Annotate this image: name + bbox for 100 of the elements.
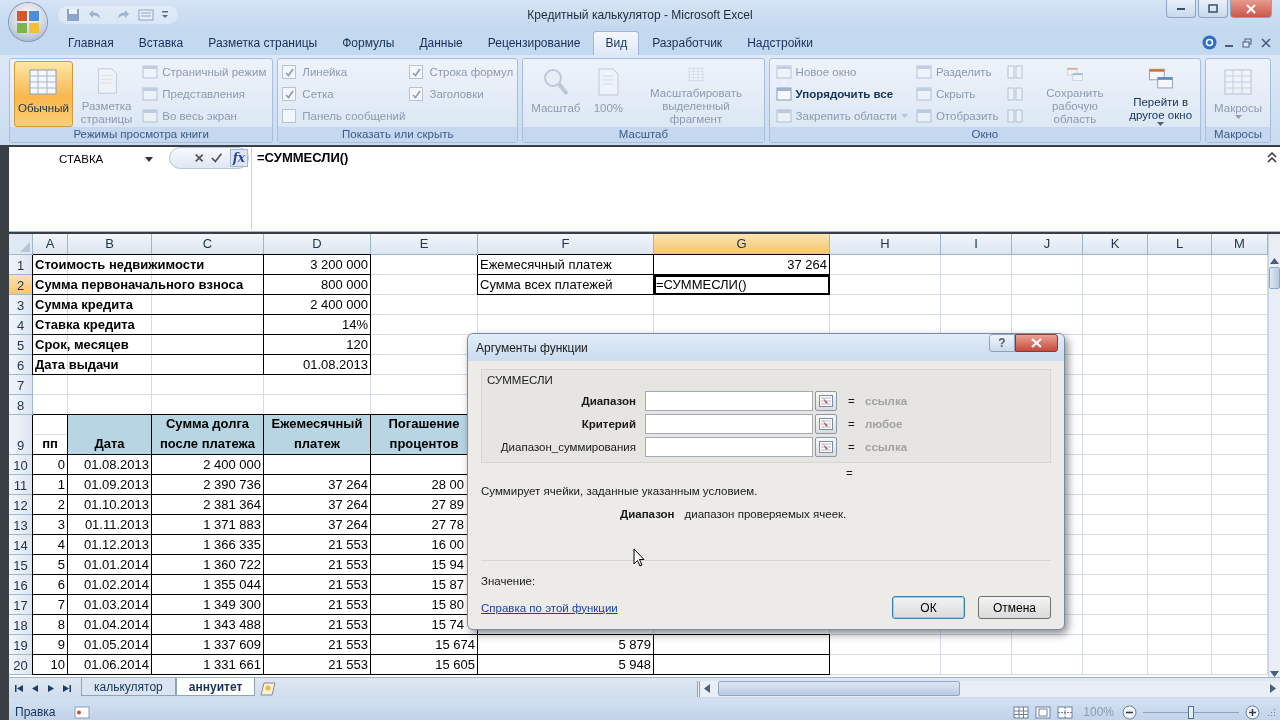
zoom-slider[interactable] (1143, 705, 1239, 719)
last-sheet-icon[interactable] (62, 684, 71, 693)
row-header[interactable]: 20 (9, 655, 33, 675)
column-header[interactable]: D (264, 234, 371, 255)
sheet-cell: Сумма кредита (33, 295, 264, 315)
save-icon[interactable] (66, 8, 80, 22)
row-header[interactable]: 6 (9, 355, 33, 375)
first-sheet-icon[interactable] (15, 684, 24, 693)
column-header[interactable]: M (1212, 234, 1268, 255)
column-header[interactable]: E (371, 234, 478, 255)
scroll-right-icon[interactable] (1270, 684, 1276, 693)
ribbon-tab[interactable]: Надстройки (735, 31, 825, 55)
resize-grip-icon[interactable] (1266, 707, 1276, 717)
insert-function-button[interactable]: fx (229, 149, 248, 167)
name-box[interactable]: СТАВКА (11, 149, 157, 169)
row-header[interactable]: 9 (9, 415, 33, 455)
close-button[interactable] (1015, 334, 1058, 352)
row-header[interactable]: 17 (9, 595, 33, 615)
ribbon-tab[interactable]: Вставка (126, 31, 196, 55)
column-header[interactable]: J (1012, 234, 1083, 255)
ribbon-tab[interactable]: Рецензирование (475, 31, 593, 55)
collapse-dialog-button[interactable] (815, 391, 837, 411)
sheet-tab[interactable]: аннуитет (175, 678, 256, 696)
argument-field[interactable] (645, 414, 813, 434)
column-header[interactable]: A (33, 234, 68, 255)
sheet-cell: 9 (33, 635, 68, 655)
close-icon[interactable] (1261, 38, 1271, 48)
status-mode: Правка (15, 705, 56, 719)
maximize-button[interactable] (1198, 0, 1228, 18)
column-header[interactable]: K (1083, 234, 1148, 255)
row-header[interactable]: 1 (9, 255, 33, 275)
page-break-icon[interactable] (1057, 705, 1074, 719)
ribbon-button[interactable]: Обычный (14, 61, 73, 127)
new-sheet-icon[interactable] (259, 681, 278, 696)
ribbon-tab[interactable]: Данные (407, 31, 475, 55)
close-button[interactable] (1230, 0, 1272, 18)
argument-field[interactable] (645, 391, 813, 411)
scroll-up-icon[interactable] (1270, 258, 1279, 264)
row-header[interactable]: 16 (9, 575, 33, 595)
row-header[interactable]: 8 (9, 395, 33, 415)
argument-field[interactable] (645, 437, 813, 457)
restore-icon[interactable] (1242, 38, 1252, 48)
zoom-out-icon[interactable] (1122, 704, 1137, 720)
column-header[interactable]: F (478, 234, 654, 255)
scroll-thumb[interactable] (1269, 267, 1280, 289)
ok-button[interactable]: ОК (892, 596, 965, 619)
table-header-cell: Ежемесячный платеж (264, 415, 371, 455)
row-header[interactable]: 5 (9, 335, 33, 355)
scroll-left-icon[interactable] (704, 684, 711, 693)
ribbon-tab[interactable]: Главная (56, 31, 126, 55)
help-link[interactable]: Справка по этой функции (481, 601, 618, 614)
row-header[interactable]: 11 (9, 475, 33, 495)
ribbon-tab[interactable]: Вид (593, 31, 640, 55)
collapse-dialog-button[interactable] (815, 437, 837, 457)
macro-record-icon[interactable] (73, 705, 90, 719)
sheet-cell: 10 (33, 655, 68, 675)
zoom-in-icon[interactable] (1245, 704, 1260, 720)
row-header[interactable]: 18 (9, 615, 33, 635)
column-header[interactable]: I (941, 234, 1012, 255)
page-layout-icon[interactable] (1035, 705, 1052, 719)
row-header[interactable]: 14 (9, 535, 33, 555)
next-sheet-icon[interactable] (47, 684, 54, 693)
row-header[interactable]: 19 (9, 635, 33, 655)
collapse-icon[interactable] (1266, 151, 1278, 165)
column-header[interactable]: H (830, 234, 941, 255)
collapse-dialog-button[interactable] (815, 414, 837, 434)
row-header[interactable]: 13 (9, 515, 33, 535)
column-header[interactable]: B (68, 234, 152, 255)
ribbon-button[interactable]: Перейти в другое окно (1125, 61, 1197, 127)
vertical-scrollbar[interactable] (1268, 234, 1280, 677)
column-header[interactable]: C (152, 234, 264, 255)
minimize-button[interactable] (1166, 0, 1196, 18)
row-header[interactable]: 12 (9, 495, 33, 515)
active-cell[interactable]: =СУММЕСЛИ() (654, 275, 830, 295)
sheet-cell: 8 (33, 615, 68, 635)
column-header[interactable]: G (654, 234, 830, 255)
formula-field[interactable]: =СУММЕСЛИ() (251, 147, 1264, 230)
app-menu-button[interactable] (9, 3, 47, 41)
row-header[interactable]: 10 (9, 455, 33, 475)
row-header[interactable]: 2 (9, 275, 33, 295)
column-header[interactable]: L (1148, 234, 1212, 255)
row-header[interactable]: 3 (9, 295, 33, 315)
help-button[interactable]: ? (989, 334, 1015, 352)
row-header[interactable]: 15 (9, 555, 33, 575)
sheet-tab[interactable]: калькулятор (81, 678, 176, 696)
ribbon-tab[interactable]: Формулы (330, 31, 407, 55)
ribbon-button[interactable]: Упорядочить все (773, 84, 910, 104)
customize-caret-icon[interactable] (160, 9, 170, 21)
cancel-button[interactable]: Отмена (978, 596, 1051, 619)
horizontal-scrollbar[interactable] (697, 680, 1280, 697)
check-icon[interactable] (211, 152, 223, 164)
normal-view-icon[interactable] (1013, 705, 1030, 719)
row-header[interactable]: 7 (9, 375, 33, 395)
row-header[interactable]: 4 (9, 315, 33, 335)
scroll-thumb[interactable] (718, 681, 961, 696)
cancel-icon[interactable] (194, 152, 205, 164)
previous-sheet-icon[interactable] (32, 684, 39, 693)
help-icon[interactable] (1202, 35, 1217, 50)
ribbon-tab[interactable]: Разработчик (640, 31, 735, 55)
ribbon-tab[interactable]: Разметка страницы (196, 31, 330, 55)
